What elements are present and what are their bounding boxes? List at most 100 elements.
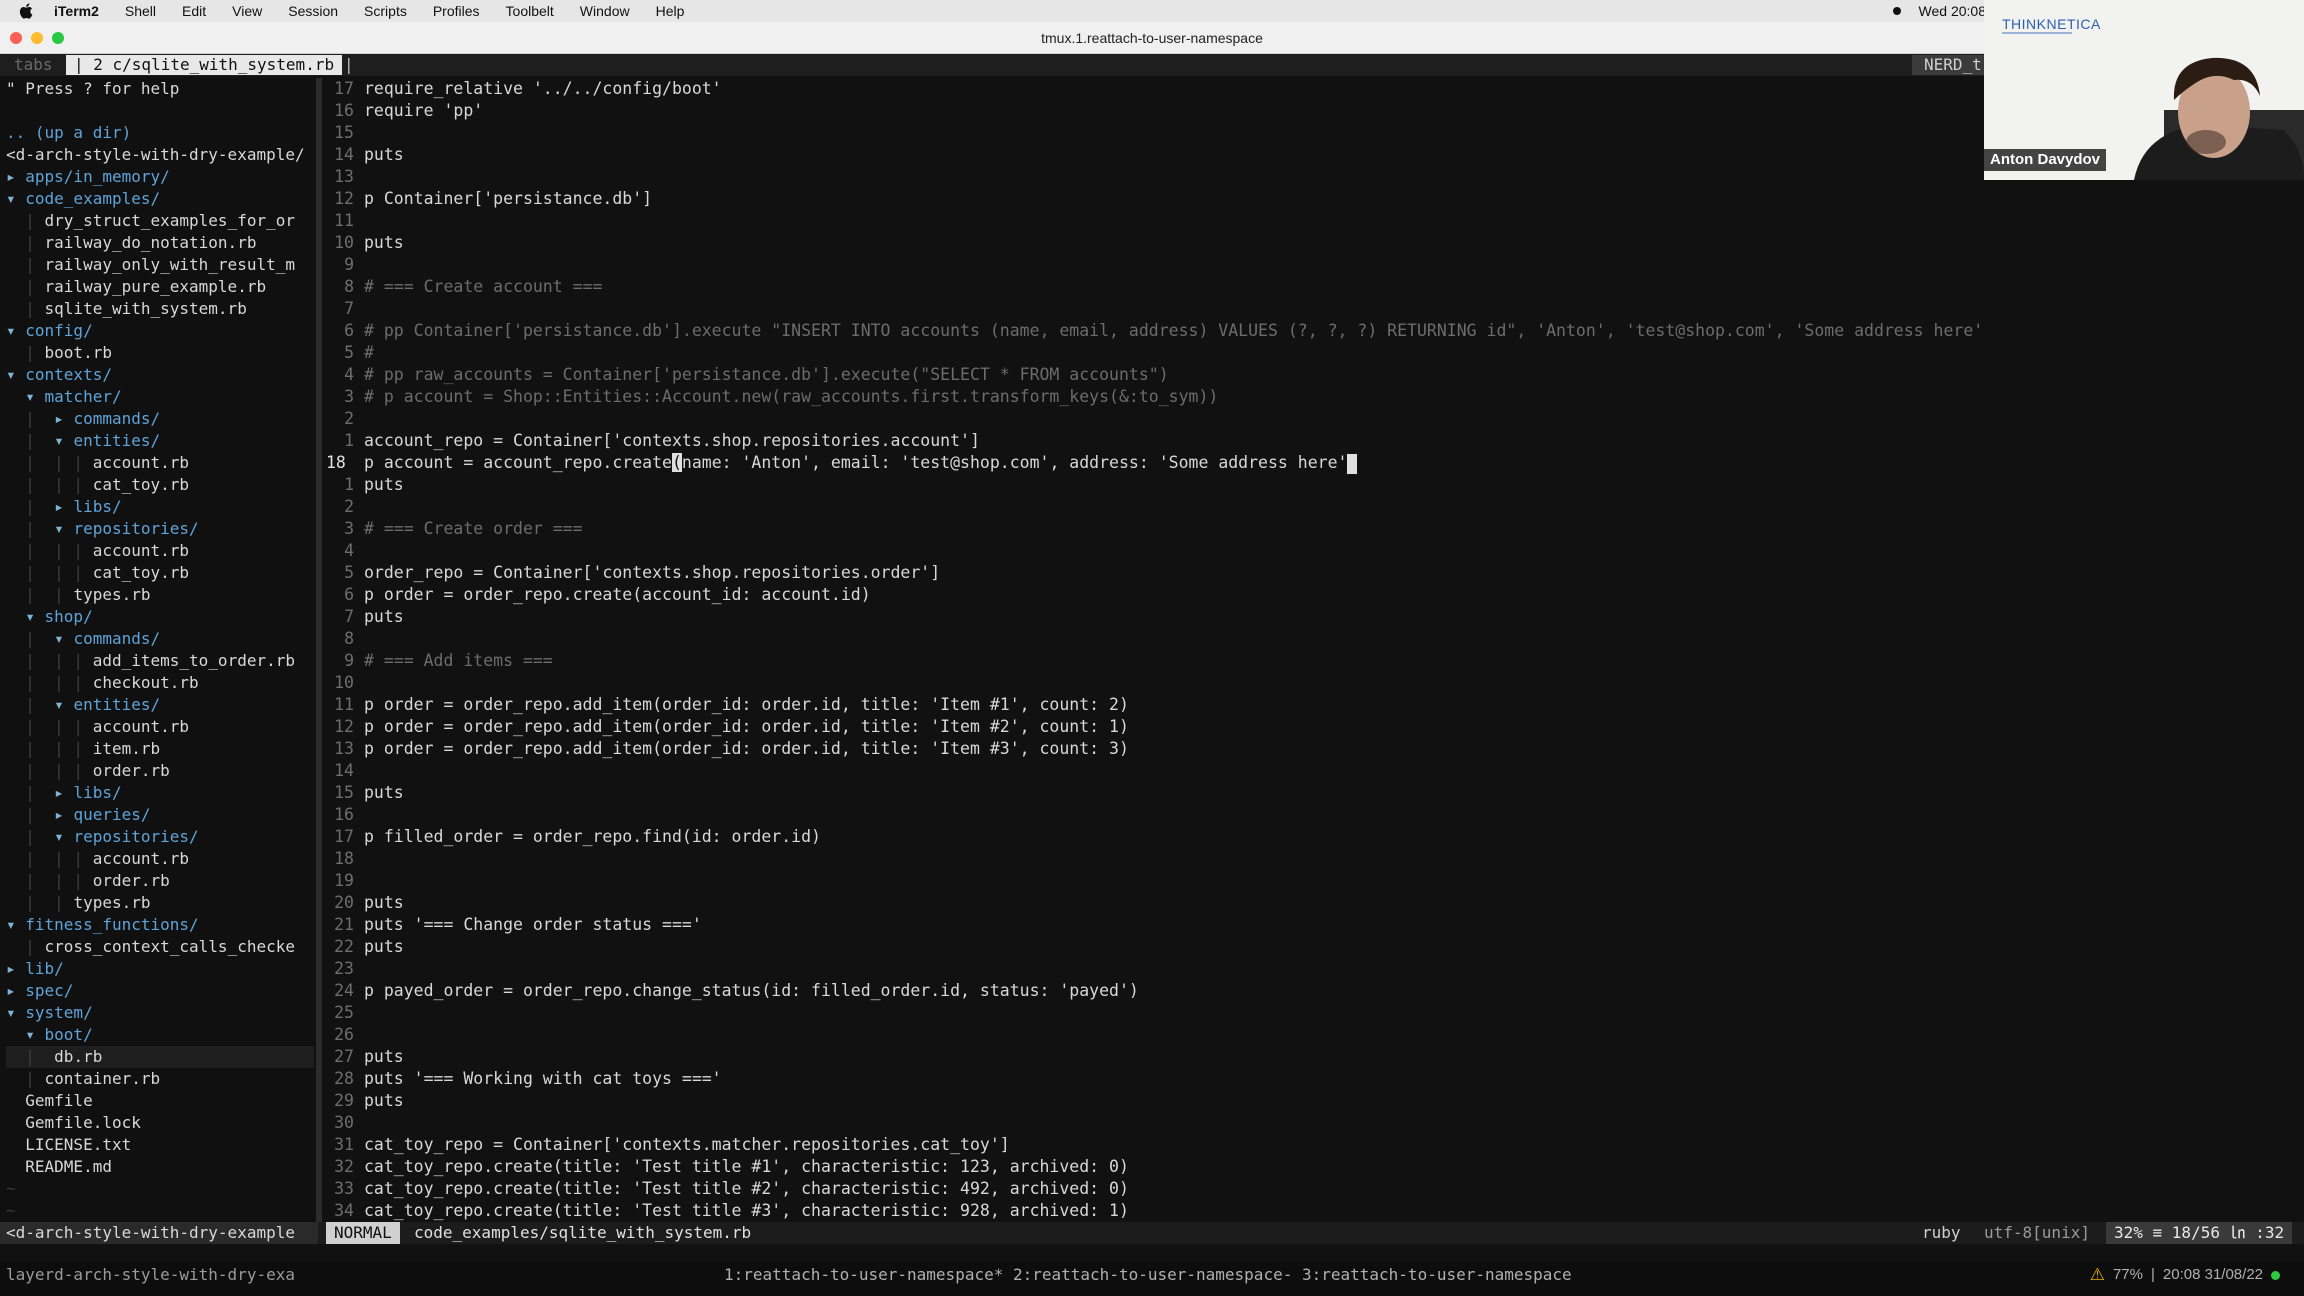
code-line[interactable]: 16 [322, 804, 2304, 826]
tree-folder[interactable]: | ▾ commands/ [6, 628, 160, 650]
current-code-line[interactable]: 18 p account = account_repo.create(name: … [322, 452, 2304, 474]
tree-file[interactable]: | | | account.rb [6, 716, 189, 738]
code-line[interactable]: 6 # pp Container['persistance.db'].execut… [322, 320, 2304, 342]
folder-expanded-icon[interactable]: ▾ [6, 189, 25, 208]
code-line[interactable]: 27 puts [322, 1046, 2304, 1068]
folder-expanded-icon[interactable]: ▾ [54, 827, 73, 846]
tree-file[interactable]: | container.rb [6, 1068, 160, 1090]
menubar-clock[interactable]: Wed 20:08 [1919, 3, 1986, 19]
menu-edit[interactable]: Edit [182, 3, 206, 19]
code-line[interactable]: 11 p order = order_repo.add_item(order_id… [322, 694, 2304, 716]
tree-folder[interactable]: | ▸ commands/ [6, 408, 160, 430]
tree-file[interactable]: | | | order.rb [6, 870, 170, 892]
tree-folder[interactable]: ▾ fitness_functions/ [6, 914, 199, 936]
tree-file[interactable]: | | | add_items_to_order.rb [6, 650, 295, 672]
tree-file[interactable]: | | types.rb [6, 892, 150, 914]
tree-file[interactable]: README.md [6, 1156, 112, 1178]
code-line[interactable]: 12 p order = order_repo.add_item(order_id… [322, 716, 2304, 738]
menu-view[interactable]: View [232, 3, 262, 19]
code-line[interactable]: 12 p Container['persistance.db'] [322, 188, 2304, 210]
tree-folder[interactable]: | ▾ repositories/ [6, 826, 198, 848]
apple-menu-icon[interactable] [18, 2, 36, 20]
tree-file[interactable]: LICENSE.txt [6, 1134, 131, 1156]
code-line[interactable]: 29 puts [322, 1090, 2304, 1112]
tree-folder[interactable]: ▾ shop/ [6, 606, 92, 628]
code-line[interactable]: 14 [322, 760, 2304, 782]
code-line[interactable]: 1 account_repo = Container['contexts.shop… [322, 430, 2304, 452]
code-line[interactable]: 10 puts [322, 232, 2304, 254]
code-line[interactable]: 3 # p account = Shop::Entities::Account.n… [322, 386, 2304, 408]
tree-folder[interactable]: ▸ lib/ [6, 958, 64, 980]
nerdtree-tab-label[interactable]: NERD_t [1912, 55, 1994, 75]
code-line[interactable]: 1 puts [322, 474, 2304, 496]
code-line[interactable]: 2 [322, 408, 2304, 430]
tree-file[interactable]: | | | cat_toy.rb [6, 562, 189, 584]
tree-folder[interactable]: | ▸ libs/ [6, 496, 121, 518]
tree-file[interactable]: | dry_struct_examples_for_or [6, 210, 295, 232]
tree-folder[interactable]: | ▸ libs/ [6, 782, 121, 804]
menu-shell[interactable]: Shell [125, 3, 156, 19]
code-line[interactable]: 26 [322, 1024, 2304, 1046]
tree-file[interactable]: | boot.rb [6, 342, 112, 364]
folder-collapsed-icon[interactable]: ▸ [54, 497, 73, 516]
tree-folder[interactable]: | ▾ entities/ [6, 430, 160, 452]
tree-file[interactable]: | railway_pure_example.rb [6, 276, 266, 298]
code-line[interactable]: 19 [322, 870, 2304, 892]
tree-folder[interactable]: ▾ matcher/ [6, 386, 121, 408]
menu-iterm2[interactable]: iTerm2 [54, 3, 99, 19]
menu-profiles[interactable]: Profiles [433, 3, 480, 19]
menu-window[interactable]: Window [580, 3, 630, 19]
tree-file[interactable]: Gemfile [6, 1090, 92, 1112]
code-line[interactable]: 9 # === Add items === [322, 650, 2304, 672]
folder-expanded-icon[interactable]: ▾ [54, 695, 73, 714]
tree-folder[interactable]: ▸ spec/ [6, 980, 73, 1002]
tree-folder[interactable]: ▾ config/ [6, 320, 93, 342]
folder-expanded-icon[interactable]: ▾ [54, 519, 73, 538]
tree-folder[interactable]: ▸ apps/in_memory/ [6, 166, 170, 188]
folder-expanded-icon[interactable]: ▾ [54, 629, 73, 648]
code-line[interactable]: 18 [322, 848, 2304, 870]
code-line[interactable]: 8 # === Create account === [322, 276, 2304, 298]
code-line[interactable]: 7 [322, 298, 2304, 320]
tree-folder[interactable]: ▾ boot/ [6, 1024, 92, 1046]
folder-expanded-icon[interactable]: ▾ [6, 915, 25, 934]
code-line[interactable]: 17 p filled_order = order_repo.find(id: o… [322, 826, 2304, 848]
code-line[interactable]: 28 puts '=== Working with cat toys ===' [322, 1068, 2304, 1090]
code-line[interactable]: 33 cat_toy_repo.create(title: 'Test title… [322, 1178, 2304, 1200]
tree-file[interactable]: | sqlite_with_system.rb [6, 298, 247, 320]
folder-expanded-icon[interactable]: ▾ [25, 1025, 44, 1044]
code-line[interactable]: 21 puts '=== Change order status ===' [322, 914, 2304, 936]
tree-file[interactable]: | | | account.rb [6, 540, 189, 562]
tree-file[interactable]: | | | item.rb [6, 738, 160, 760]
code-line[interactable]: 5 order_repo = Container['contexts.shop.r… [322, 562, 2304, 584]
code-line[interactable]: 22 puts [322, 936, 2304, 958]
tree-file[interactable]: | | | checkout.rb [6, 672, 198, 694]
folder-expanded-icon[interactable]: ▾ [25, 607, 44, 626]
folder-expanded-icon[interactable]: ▾ [6, 1003, 25, 1022]
code-line[interactable]: 6 p order = order_repo.create(account_id:… [322, 584, 2304, 606]
tree-file[interactable]: | | types.rb [6, 584, 150, 606]
tree-file[interactable]: | db.rb [6, 1046, 314, 1068]
tmux-window-list[interactable]: 1:reattach-to-user-namespace* 2:reattach… [724, 1262, 1572, 1288]
code-line[interactable]: 15 puts [322, 782, 2304, 804]
folder-collapsed-icon[interactable]: ▸ [6, 981, 25, 1000]
menu-scripts[interactable]: Scripts [364, 3, 407, 19]
folder-expanded-icon[interactable]: ▾ [6, 321, 25, 340]
menu-help[interactable]: Help [656, 3, 685, 19]
folder-collapsed-icon[interactable]: ▸ [54, 409, 73, 428]
tree-file[interactable]: Gemfile.lock [6, 1112, 141, 1134]
code-line[interactable]: 7 puts [322, 606, 2304, 628]
tree-folder[interactable]: ▾ contexts/ [6, 364, 112, 386]
nerdtree-root[interactable]: <d-arch-style-with-dry-example/ [6, 144, 305, 166]
folder-collapsed-icon[interactable]: ▸ [54, 783, 73, 802]
code-line[interactable]: 2 [322, 496, 2304, 518]
code-line[interactable]: 5 # [322, 342, 2304, 364]
tree-file[interactable]: | cross_context_calls_checke [6, 936, 295, 958]
tree-folder[interactable]: ▾ code_examples/ [6, 188, 160, 210]
code-line[interactable]: 32 cat_toy_repo.create(title: 'Test title… [322, 1156, 2304, 1178]
code-line[interactable]: 4 [322, 540, 2304, 562]
nerdtree-up-dir[interactable]: .. (up a dir) [6, 122, 131, 144]
folder-expanded-icon[interactable]: ▾ [6, 365, 25, 384]
code-line[interactable]: 8 [322, 628, 2304, 650]
tree-file[interactable]: | | | account.rb [6, 452, 189, 474]
